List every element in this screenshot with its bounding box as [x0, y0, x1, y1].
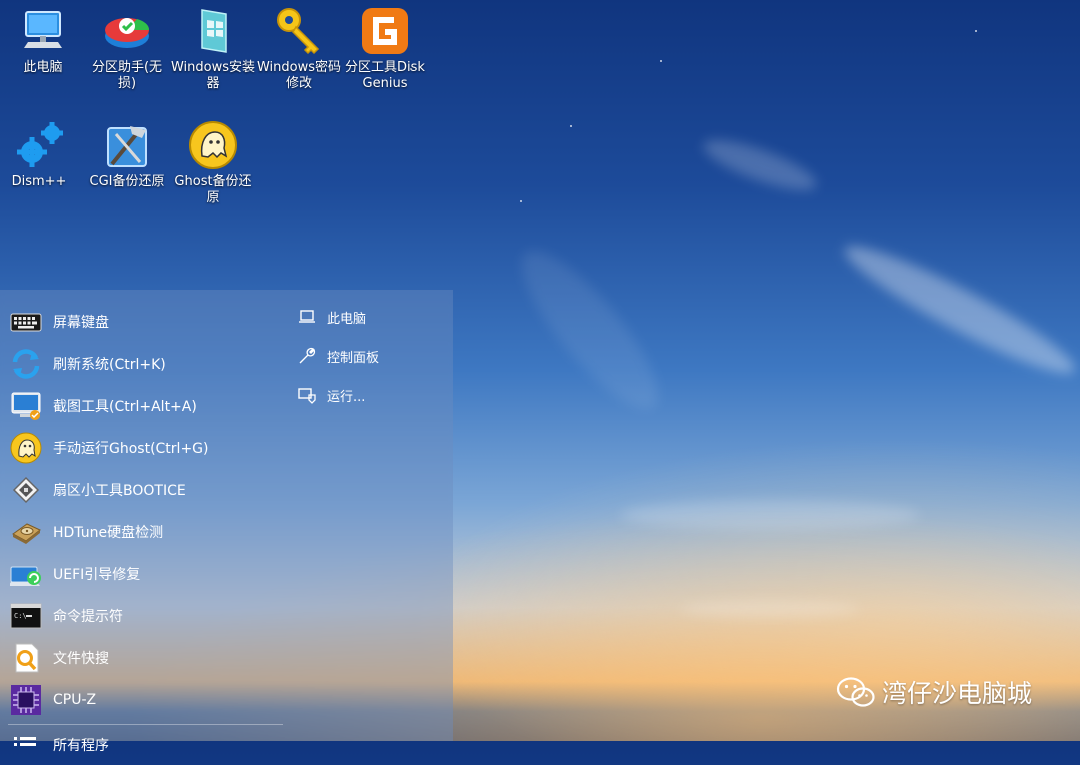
menu-item-refresh-system[interactable]: 刷新系统(Ctrl+K) [10, 345, 280, 383]
desktop-icon-label: Dism++ [11, 174, 67, 189]
menu-item-file-search[interactable]: 文件快搜 [10, 639, 280, 677]
watermark: 湾仔沙电脑城 [836, 674, 1032, 710]
desktop-icon-cgi[interactable]: CGI备份还原 [84, 120, 170, 190]
refresh-icon [10, 348, 42, 380]
menu-item-label: 文件快搜 [53, 651, 109, 667]
desktop-icon-label: 分区工具DiskGenius [345, 60, 425, 91]
ghost-icon [10, 432, 42, 464]
menu-item-all-programs[interactable]: 所有程序 [10, 726, 280, 764]
key-icon [274, 6, 324, 56]
computer-icon [18, 6, 68, 56]
desktop-icon-dism[interactable]: Dism++ [0, 120, 82, 190]
run-icon [297, 385, 317, 405]
file-search-icon [10, 642, 42, 674]
desktop-icon-label: Windows密码修改 [256, 60, 342, 91]
menu-item-label: UEFI引导修复 [53, 567, 141, 583]
menu-item-label: 扇区小工具BOOTICE [53, 483, 186, 499]
ghost-icon [188, 120, 238, 170]
menu-divider [8, 724, 283, 725]
bootice-icon [10, 474, 42, 506]
cgi-tools-icon [102, 120, 152, 170]
screenshot-icon [10, 390, 42, 422]
diskgenius-icon [360, 6, 410, 56]
menu-item-bootice[interactable]: 扇区小工具BOOTICE [10, 471, 280, 509]
menu-item-hdtune[interactable]: HDTune硬盘检测 [10, 513, 280, 551]
menu-right-label: 此电脑 [327, 311, 367, 327]
start-menu: 屏幕键盘 刷新系统(Ctrl+K) 截图工具(Ctrl+Alt+A) 手动运行G… [0, 290, 453, 754]
desktop-icon-label: Ghost备份还原 [174, 174, 252, 205]
menu-right-label: 控制面板 [327, 350, 380, 366]
menu-item-label: 命令提示符 [53, 609, 123, 625]
menu-item-label: 所有程序 [53, 738, 109, 754]
watermark-text: 湾仔沙电脑城 [882, 679, 1033, 708]
desktop-icon-windows-installer[interactable]: Windows安装器 [170, 6, 256, 92]
menu-item-command-prompt[interactable]: C:\ 命令提示符 [10, 597, 280, 635]
menu-item-label: CPU-Z [53, 692, 97, 708]
svg-text:C:\: C:\ [14, 612, 27, 620]
list-icon [10, 729, 42, 761]
partition-assistant-icon [102, 6, 152, 56]
menu-item-screenshot-tool[interactable]: 截图工具(Ctrl+Alt+A) [10, 387, 280, 425]
desktop-icon-label: 分区助手(无损) [91, 60, 163, 91]
harddisk-icon [10, 516, 42, 548]
desktop-icon-this-pc[interactable]: 此电脑 [0, 6, 86, 76]
desktop-icon-ghost[interactable]: Ghost备份还原 [170, 120, 256, 206]
gears-icon [14, 120, 64, 170]
cpu-icon [10, 684, 42, 716]
menu-right-label: 运行... [327, 389, 366, 405]
menu-item-label: 刷新系统(Ctrl+K) [53, 357, 166, 373]
menu-right-control-panel[interactable]: 控制面板 [297, 344, 379, 368]
desktop-icon-label: Windows安装器 [170, 60, 256, 91]
desktop-icon-label: CGI备份还原 [89, 174, 165, 189]
wrench-icon [297, 346, 317, 366]
menu-item-label: 屏幕键盘 [53, 315, 109, 331]
menu-item-label: 截图工具(Ctrl+Alt+A) [53, 399, 197, 415]
keyboard-icon [10, 306, 42, 338]
wechat-icon [836, 675, 876, 709]
menu-right-this-pc[interactable]: 此电脑 [297, 305, 366, 329]
menu-item-onscreen-keyboard[interactable]: 屏幕键盘 [10, 303, 280, 341]
desktop-icon-windows-password[interactable]: Windows密码修改 [256, 6, 342, 92]
laptop-icon [297, 307, 317, 327]
windows-installer-icon [188, 6, 238, 56]
uefi-repair-icon [8, 558, 42, 590]
menu-item-uefi-repair[interactable]: UEFI引导修复 [8, 555, 280, 593]
menu-item-cpu-z[interactable]: CPU-Z [10, 681, 280, 719]
menu-item-label: 手动运行Ghost(Ctrl+G) [53, 441, 209, 457]
desktop-icon-partition-assistant[interactable]: 分区助手(无损) [84, 6, 170, 92]
cmd-icon: C:\ [10, 600, 42, 632]
menu-item-label: HDTune硬盘检测 [53, 525, 164, 541]
menu-right-run[interactable]: 运行... [297, 383, 365, 407]
desktop-icon-diskgenius[interactable]: 分区工具DiskGenius [342, 6, 428, 92]
desktop-icon-label: 此电脑 [23, 60, 63, 75]
menu-item-run-ghost[interactable]: 手动运行Ghost(Ctrl+G) [10, 429, 280, 467]
